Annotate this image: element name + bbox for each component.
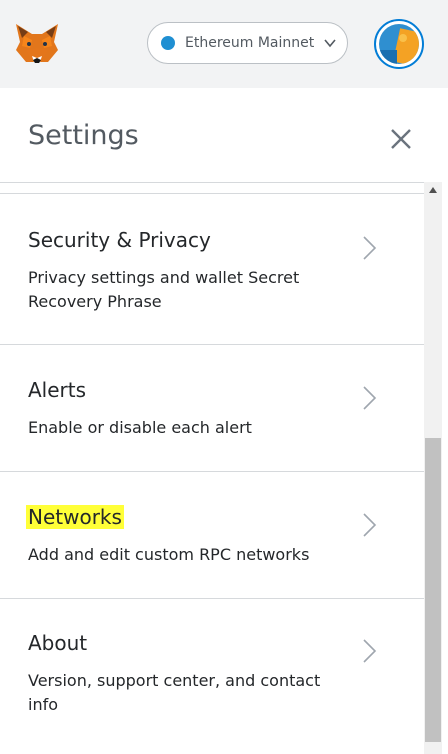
window-edge [442,88,448,754]
network-status-dot [161,36,175,50]
network-selector[interactable]: Ethereum Mainnet [147,22,348,64]
settings-item-title: Alerts [28,378,87,402]
close-icon[interactable] [389,127,413,151]
settings-item-title: Networks [26,505,124,529]
settings-item-description: Privacy settings and wallet Secret Recov… [28,268,300,311]
chevron-down-icon [324,39,336,48]
settings-item-description: Version, support center, and contact inf… [28,671,321,714]
chevron-right-icon [363,639,377,663]
divider [0,193,424,194]
chevron-right-icon [363,386,377,410]
chevron-right-icon [363,513,377,537]
chevron-right-icon [363,236,377,260]
highlighted-text: Networks [26,505,124,529]
settings-item-description: Enable or disable each alert [28,418,252,437]
divider [0,598,424,599]
divider [0,344,424,345]
metamask-fox-icon[interactable] [14,22,60,64]
settings-item-description: Add and edit custom RPC networks [28,545,310,564]
account-menu-button[interactable] [374,19,424,69]
divider [0,471,424,472]
scrollbar-thumb[interactable] [425,438,441,742]
settings-item-title: Security & Privacy [28,228,211,252]
network-label: Ethereum Mainnet [185,35,315,51]
settings-list: Security & Privacy Privacy settings and … [0,182,424,754]
scroll-up-arrow-icon[interactable] [428,186,438,194]
account-avatar-icon [379,24,419,64]
app-header: Ethereum Mainnet [0,0,448,88]
page-title: Settings [28,120,139,151]
settings-item-title: About [28,631,88,655]
